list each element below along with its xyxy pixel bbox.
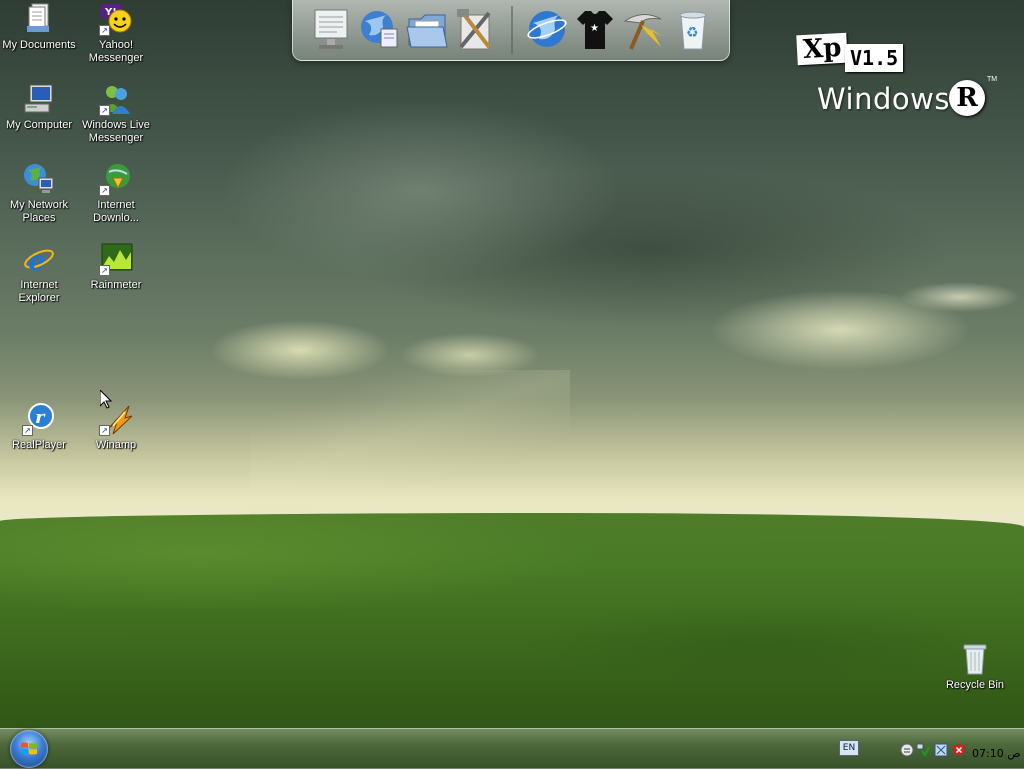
desktop-icon-label: Internet Downlo...: [93, 199, 139, 224]
shortcut-arrow-icon: ↗: [99, 25, 110, 36]
network-places-icon: [22, 162, 56, 196]
windows-live-messenger-icon: ↗: [99, 82, 133, 116]
my-documents-icon: [22, 2, 56, 36]
desktop-icon-label: Internet Explorer: [18, 279, 60, 304]
svg-text:e: e: [28, 244, 46, 276]
desktop-icon-label: Yahoo! Messenger: [88, 39, 144, 64]
desktop-icon-label: Windows Live Messenger: [82, 119, 150, 144]
monitor-icon: [314, 9, 348, 49]
desktop-icon-my-network-places[interactable]: My Network Places: [0, 162, 78, 225]
desktop-icon-label: Winamp: [95, 439, 137, 451]
taskbar-clock[interactable]: 07:10 ص: [972, 747, 1021, 760]
desktop-icon-label: My Documents: [2, 39, 76, 51]
dock-item-internet-globe[interactable]: [525, 7, 569, 53]
dock-item-network-globe[interactable]: [357, 7, 401, 53]
desktop-icon-label: RealPlayer: [12, 439, 66, 451]
network-tray-icon[interactable]: [916, 743, 930, 757]
internet-globe-icon: [527, 11, 567, 47]
desktop-icon-internet-explorer[interactable]: e Internet Explorer: [0, 242, 78, 305]
svg-text:♻: ♻: [686, 25, 699, 41]
my-computer-icon: [22, 82, 56, 116]
desktop-icon-label: My Network Places: [9, 199, 69, 224]
internet-explorer-icon: e: [22, 242, 56, 277]
rainmeter-icon: ↗: [99, 242, 133, 276]
recycle-bin-icon: ♻: [679, 11, 707, 50]
desktop-icon-yahoo-messenger[interactable]: Y! ↗ Yahoo! Messenger: [77, 2, 155, 65]
desktop-icon-rainmeter[interactable]: ↗ Rainmeter: [77, 242, 155, 292]
display-tray-icon[interactable]: [934, 743, 948, 757]
taskbar: EN 07:10 ص: [0, 728, 1024, 769]
internet-download-manager-icon: ↗: [99, 162, 133, 196]
realplayer-icon: r ↗: [22, 402, 56, 436]
dock-item-recycle-bin[interactable]: ♻: [671, 7, 715, 53]
pickaxe-icon: [623, 14, 663, 50]
logo-r-badge: R: [949, 80, 985, 116]
recycle-bin-icon: [958, 642, 992, 676]
desktop-icon-windows-live-messenger[interactable]: ↗ Windows Live Messenger: [77, 82, 155, 145]
desktop-icon-label: My Computer: [5, 119, 73, 131]
windows-flag-icon: [21, 742, 37, 755]
shortcut-arrow-icon: ↗: [22, 425, 33, 436]
language-indicator[interactable]: EN: [839, 740, 859, 756]
desktop-icon-internet-download-manager[interactable]: ↗ Internet Downlo...: [77, 162, 155, 225]
sun-rays: [250, 370, 570, 520]
desktop-icon-my-documents[interactable]: My Documents: [0, 2, 78, 52]
shortcut-arrow-icon: ↗: [99, 185, 110, 196]
logo-trademark: TM: [987, 76, 998, 83]
dock-item-monitor[interactable]: [309, 7, 353, 53]
dock-item-tools[interactable]: [453, 7, 497, 53]
svg-text:★: ★: [590, 23, 599, 34]
dock-item-pickaxe[interactable]: [621, 7, 665, 53]
shortcut-arrow-icon: ↗: [99, 105, 110, 116]
yahoo-messenger-icon: Y! ↗: [99, 2, 133, 36]
desktop-icon-realplayer[interactable]: r ↗ RealPlayer: [0, 402, 78, 452]
desktop-icon-label: Recycle Bin: [945, 679, 1005, 691]
dock-item-tshirt[interactable]: ★: [573, 7, 617, 53]
top-dock: ★ ♻: [292, 0, 730, 61]
network-globe-icon: [361, 11, 398, 48]
shortcut-arrow-icon: ↗: [99, 425, 110, 436]
desktop-icon-label: Rainmeter: [90, 279, 142, 291]
mouse-cursor-icon: [100, 390, 112, 409]
desktop-icon-recycle-bin[interactable]: Recycle Bin: [936, 642, 1014, 692]
logo-xp-text: Xp: [796, 32, 849, 66]
logo-version: V1.5: [845, 44, 904, 72]
windows-xp-logo: Xp V1.5 Windows R TM: [796, 32, 998, 124]
security-shield-tray-icon[interactable]: [952, 743, 966, 757]
folder-icon: [406, 14, 448, 48]
svg-text:r: r: [35, 407, 46, 428]
dock-item-folder[interactable]: [405, 7, 449, 53]
dock-separator: [511, 6, 513, 54]
tools-icon: [457, 9, 491, 50]
desktop-icon-winamp[interactable]: ↗ Winamp: [77, 402, 155, 452]
desktop-icon-my-computer[interactable]: My Computer: [0, 82, 78, 132]
shortcut-arrow-icon: ↗: [99, 265, 110, 276]
start-button[interactable]: [10, 730, 48, 768]
messenger-tray-icon[interactable]: [900, 743, 914, 757]
logo-windows-text: Windows: [817, 82, 950, 116]
tshirt-icon: ★: [577, 11, 613, 49]
